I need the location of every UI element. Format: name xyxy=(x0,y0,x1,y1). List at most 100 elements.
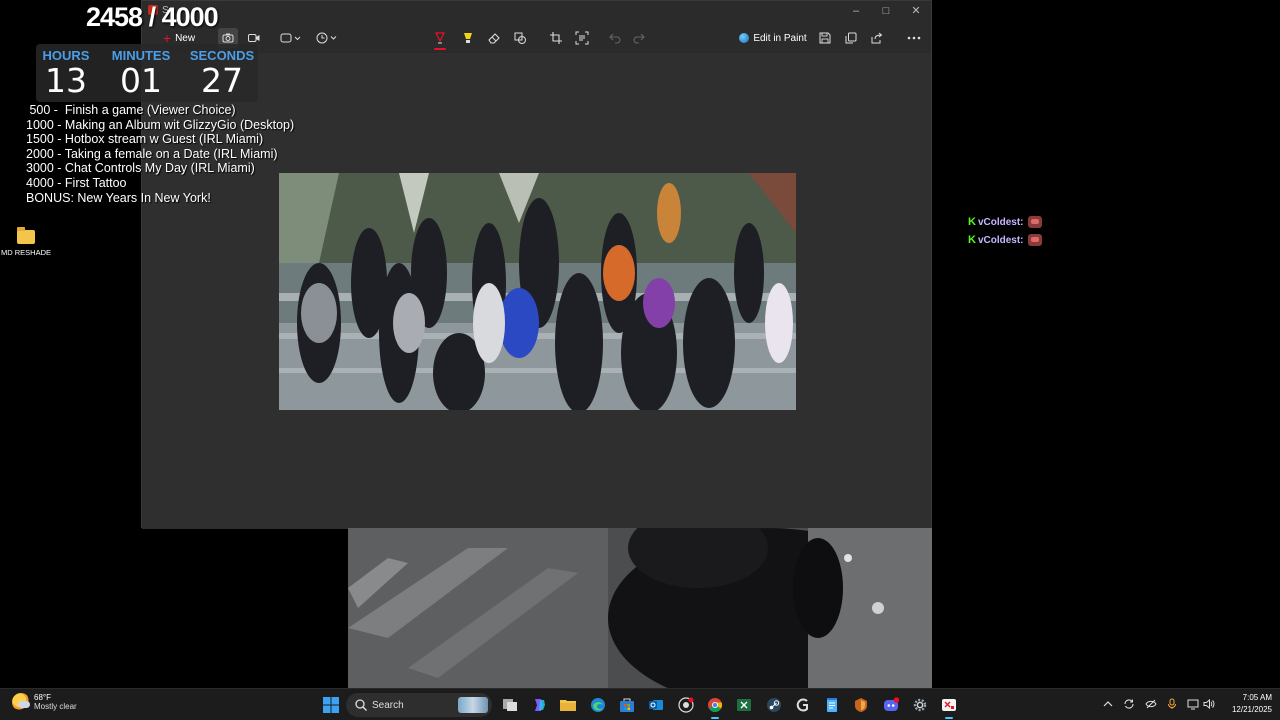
goal-item: 3000 - Chat Controls My Day (IRL Miami) xyxy=(26,161,255,176)
chat-username: vColdest: xyxy=(977,216,1024,228)
outlook-icon xyxy=(649,700,663,710)
gear-icon xyxy=(913,698,927,712)
clock-icon xyxy=(316,32,337,44)
notepad-button[interactable] xyxy=(822,695,842,715)
goal-item: 500 - Finish a game (Viewer Choice) xyxy=(26,103,236,117)
crop-button[interactable] xyxy=(546,28,566,48)
store-button[interactable] xyxy=(617,695,637,715)
more-options-button[interactable] xyxy=(904,28,924,48)
outlook-button[interactable] xyxy=(646,695,666,715)
save-icon xyxy=(819,32,831,44)
settings-button[interactable] xyxy=(910,695,930,715)
copy-icon xyxy=(845,32,857,44)
copy-button[interactable] xyxy=(842,28,860,48)
github-button[interactable] xyxy=(676,695,696,715)
store-icon xyxy=(620,698,634,712)
edge-icon xyxy=(591,698,605,712)
g-app-button[interactable] xyxy=(793,695,813,715)
save-button[interactable] xyxy=(816,28,834,48)
eraser-button[interactable] xyxy=(484,28,504,48)
github-icon xyxy=(678,697,694,713)
tray-network-off-button[interactable] xyxy=(1144,697,1158,711)
kick-badge-icon: K xyxy=(968,234,976,246)
snipping-tool-window: S – □ ✕ + New Edit in Paint xyxy=(141,0,932,529)
more-icon xyxy=(907,36,921,40)
minimize-button[interactable]: – xyxy=(848,4,864,18)
shapes-button[interactable] xyxy=(510,28,530,48)
copilot-icon xyxy=(535,699,545,711)
weather-text: 68°F Mostly clear xyxy=(34,693,77,711)
chat-message: K vColdest: xyxy=(968,231,1042,249)
weather-temp: 68°F xyxy=(34,693,51,702)
g-logo-icon xyxy=(796,698,808,712)
goal-item: 4000 - First Tattoo xyxy=(26,175,127,190)
maximize-button[interactable]: □ xyxy=(878,4,894,18)
search-highlight-image xyxy=(458,697,488,713)
text-actions-button[interactable] xyxy=(572,28,592,48)
tray-volume-button[interactable] xyxy=(1202,697,1216,711)
delay-dropdown[interactable] xyxy=(314,28,340,48)
snip-shape-dropdown[interactable] xyxy=(278,28,304,48)
excel-icon xyxy=(737,699,751,711)
plus-icon: + xyxy=(162,30,172,46)
task-view-button[interactable] xyxy=(500,695,520,715)
redo-button[interactable] xyxy=(630,28,648,48)
taskbar-search[interactable]: Search xyxy=(346,693,492,717)
captured-screenshot xyxy=(279,173,796,410)
goal-item: 1500 - Hotbox stream w Guest (IRL Miami) xyxy=(26,132,264,147)
pen-icon xyxy=(435,32,445,44)
emote-icon xyxy=(1027,234,1042,246)
game-launcher-button[interactable] xyxy=(851,695,871,715)
edit-in-paint-button[interactable]: Edit in Paint xyxy=(738,28,808,48)
start-button[interactable] xyxy=(321,695,341,715)
minutes-column: MINUTES 01 xyxy=(104,48,178,99)
tray-overflow-button[interactable] xyxy=(1101,697,1115,711)
copilot-button[interactable] xyxy=(529,695,549,715)
microphone-icon xyxy=(1168,698,1176,709)
notepad-icon xyxy=(827,698,837,712)
goal-item: 1000 - Making an Album wit GlizzyGio (De… xyxy=(26,117,295,132)
steam-button[interactable] xyxy=(764,695,784,715)
weather-widget[interactable]: 68°F Mostly clear xyxy=(12,693,77,711)
kick-badge-icon: K xyxy=(968,216,976,228)
game-screenshot-image xyxy=(279,173,796,410)
eye-off-icon xyxy=(1145,699,1157,709)
desktop-icon-label: MD RESHADE xyxy=(0,248,51,257)
active-app-indicator xyxy=(945,717,953,719)
active-app-indicator xyxy=(711,717,719,719)
undo-button[interactable] xyxy=(606,28,624,48)
share-icon xyxy=(871,32,883,44)
share-button[interactable] xyxy=(868,28,886,48)
rectangle-snip-icon xyxy=(280,33,301,43)
chevron-up-icon xyxy=(1103,701,1113,707)
new-label: New xyxy=(175,32,196,44)
file-explorer-icon xyxy=(560,700,576,711)
snipping-tool-button[interactable] xyxy=(939,695,959,719)
hours-value: 13 xyxy=(45,61,87,100)
pen-tool-button[interactable] xyxy=(430,28,450,50)
discord-button[interactable] xyxy=(881,695,901,715)
toolbar: + New Edit in Paint xyxy=(142,23,931,53)
chat-message: K vColdest: xyxy=(968,213,1042,231)
emote-icon xyxy=(1027,216,1042,228)
taskbar-clock[interactable]: 7:05 AM 12/21/2025 xyxy=(1222,693,1272,714)
camera-icon xyxy=(222,33,234,43)
file-explorer-button[interactable] xyxy=(558,695,578,715)
chrome-button[interactable] xyxy=(705,695,725,719)
tray-microphone-button[interactable] xyxy=(1165,697,1179,711)
folder-icon xyxy=(17,227,35,244)
goal-item: BONUS: New Years In New York! xyxy=(26,190,211,205)
excel-button[interactable] xyxy=(734,695,754,715)
tray-sync-icon-button[interactable] xyxy=(1122,697,1136,711)
sub-goal-counter: 2458 / 4000 xyxy=(86,2,219,32)
clock-time: 7:05 AM xyxy=(1242,693,1272,702)
hours-column: HOURS 13 xyxy=(29,48,103,99)
highlighter-button[interactable] xyxy=(458,28,478,48)
crop-icon xyxy=(550,32,562,44)
minutes-value: 01 xyxy=(120,61,162,100)
close-button[interactable]: ✕ xyxy=(908,4,924,18)
tray-display-button[interactable] xyxy=(1186,697,1200,711)
edge-button[interactable] xyxy=(588,695,608,715)
shield-app-icon xyxy=(855,698,867,712)
desktop-shortcut-md-reshade[interactable]: MD RESHADE xyxy=(0,227,52,257)
